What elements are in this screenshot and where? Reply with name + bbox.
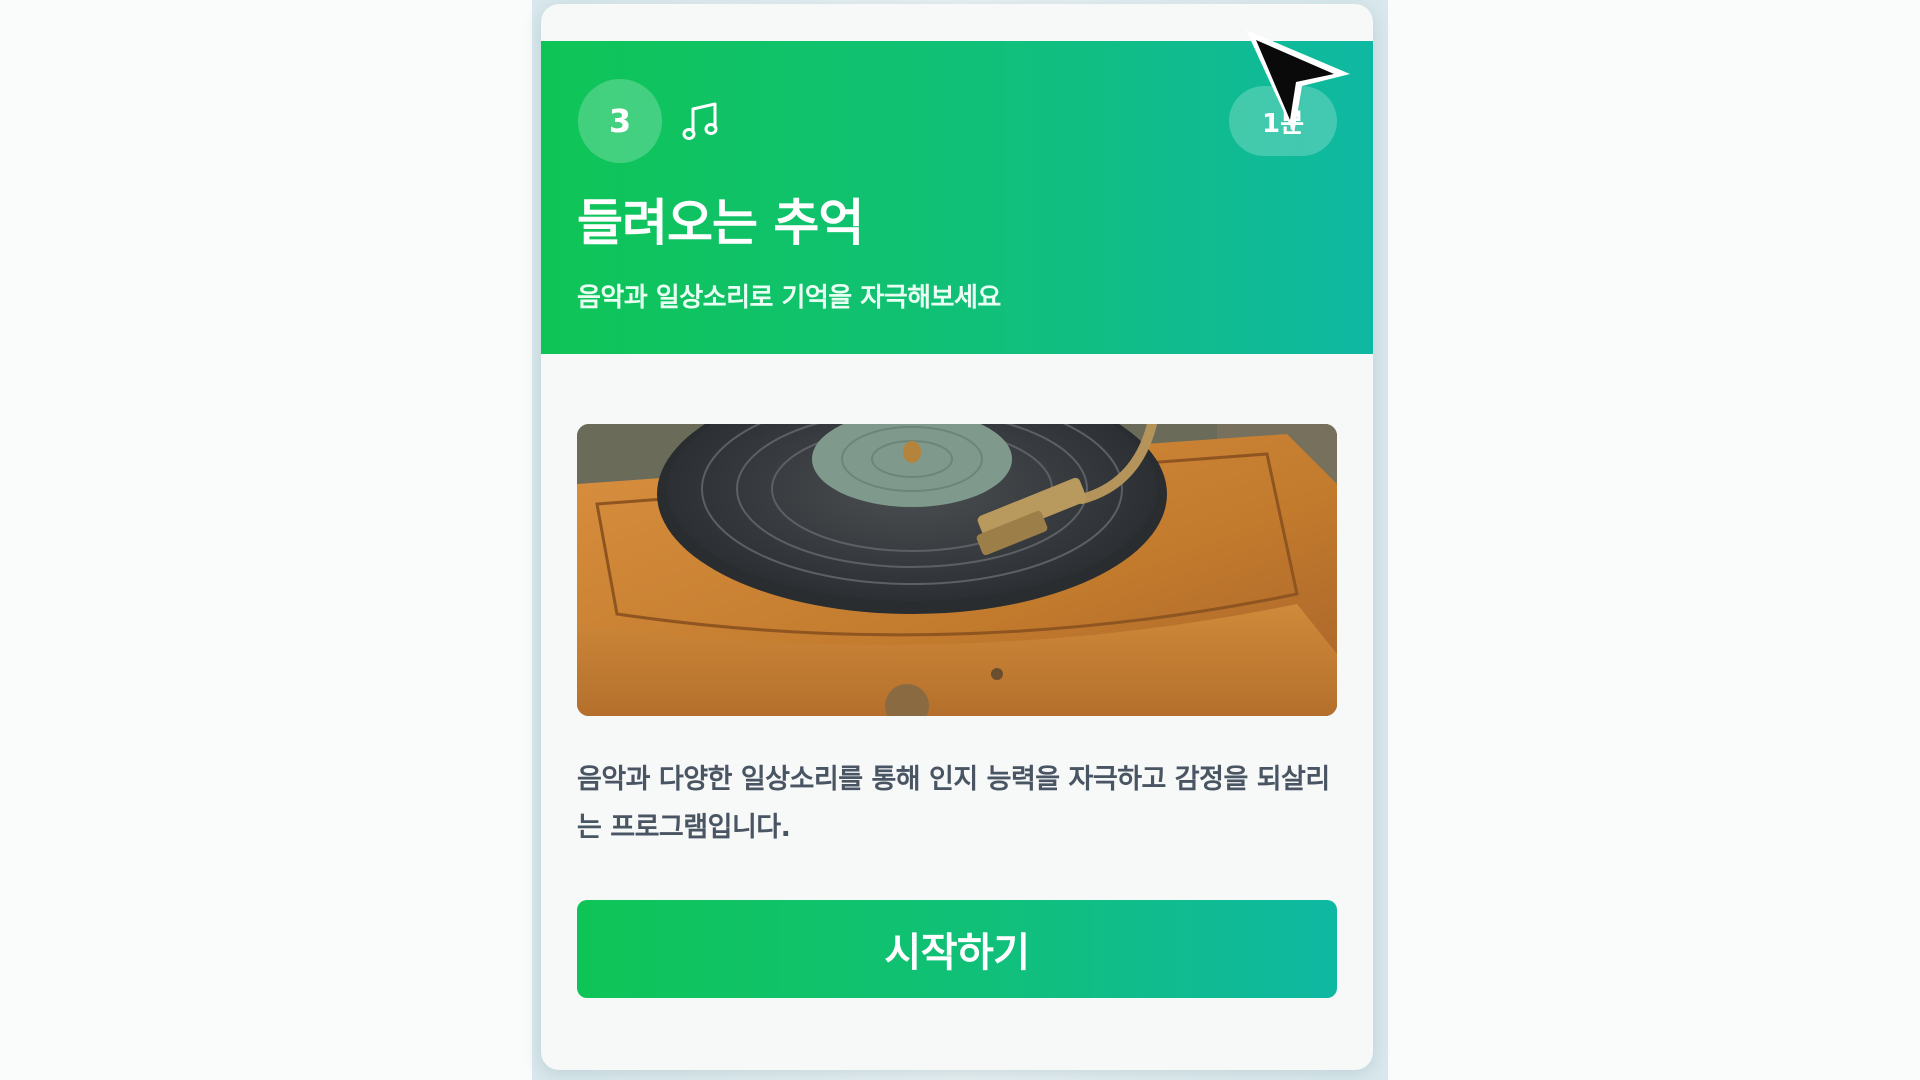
start-button[interactable]: 시작하기 (577, 900, 1337, 998)
turntable-image (577, 424, 1337, 716)
music-note-icon (682, 102, 718, 140)
screen: 3 1분 들려오는 추억 음악과 일상소리로 기억을 자극해보세요 음악과 다양… (0, 0, 1920, 1080)
duration-badge: 1분 (1229, 86, 1337, 156)
step-number-badge: 3 (578, 79, 662, 163)
card-title: 들려오는 추억 (577, 194, 864, 252)
turntable-illustration (577, 424, 1337, 716)
card-description: 음악과 다양한 일상소리를 통해 인지 능력을 자극하고 감정을 되살리는 프로… (577, 764, 1330, 843)
card-subtitle: 음악과 일상소리로 기억을 자극해보세요 (577, 283, 1001, 313)
program-card: 3 1분 들려오는 추억 음악과 일상소리로 기억을 자극해보세요 음악과 다양… (541, 4, 1373, 1070)
card-header: 3 1분 들려오는 추억 음악과 일상소리로 기억을 자극해보세요 (541, 41, 1373, 354)
